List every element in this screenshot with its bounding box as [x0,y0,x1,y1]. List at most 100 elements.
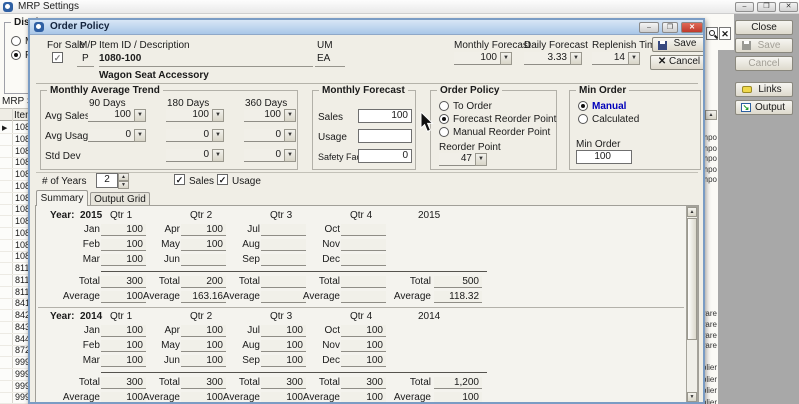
chevron-down-icon[interactable]: ▼ [475,153,487,166]
total-label: Total [220,276,260,288]
avg-usage-90-dropdown[interactable]: 0▼ [88,129,146,142]
chevron-down-icon[interactable]: ▼ [134,129,146,142]
spinner-down-icon[interactable]: ▼ [118,181,129,189]
delete-icon[interactable]: ✕ [719,27,731,40]
sales-checkbox[interactable]: ✓ [174,174,185,185]
minimize-icon[interactable]: – [735,2,754,12]
reorder-point-dropdown[interactable]: 47▼ [439,153,487,166]
sidebar-save-button[interactable]: Save [735,38,793,53]
chevron-down-icon[interactable]: ▼ [500,52,512,65]
to-order-radio[interactable] [439,101,449,111]
scroll-down-icon[interactable]: ▼ [687,392,697,402]
mp-value: P [82,53,89,64]
month-value-field[interactable] [341,239,386,251]
summary-scrollbar[interactable]: ▲ ▼ [686,206,698,403]
p-item-radio[interactable] [11,50,21,60]
window-titlebar: MRP Settings [0,0,799,14]
quarter-header: Qtr 1 [110,311,132,323]
scroll-up-icon[interactable]: ▲ [687,207,697,217]
cancel-button[interactable]: ✕ Cancel [650,55,705,70]
safety-factor-input[interactable]: 0 [358,149,412,163]
grid-text-fragment: pplier [704,375,717,384]
min-order-group: Min Order Manual Calculated Min Order 10… [569,90,701,170]
chevron-down-icon[interactable]: ▼ [134,109,146,122]
grid-text-fragment: ware [704,331,717,340]
scrollbar-thumb[interactable] [687,218,697,340]
monthly-forecast-label: Monthly Forecast [454,40,531,51]
chevron-down-icon[interactable]: ▼ [284,129,296,142]
dialog-minimize-icon[interactable]: – [639,22,659,33]
chevron-down-icon[interactable]: ▼ [284,149,296,162]
month-value-field[interactable] [341,254,386,266]
replenish-time-dropdown[interactable]: 14 ▼ [592,52,640,65]
year-average-label: Average [391,392,431,404]
restore-icon[interactable]: ❐ [757,2,776,12]
year-total-label: Total [391,377,431,389]
chevron-down-icon[interactable]: ▼ [284,109,296,122]
replenish-time-label: Replenish Time [592,40,661,51]
sales-input[interactable]: 100 [358,109,412,123]
chevron-down-icon[interactable]: ▼ [212,109,224,122]
sidebar-close-button[interactable]: Close [735,20,793,35]
tab-output-grid[interactable]: Output Grid [90,192,150,206]
average-value-field [341,291,386,303]
manual-radio[interactable] [578,101,588,111]
chevron-down-icon[interactable]: ▼ [212,149,224,162]
grid-text-fragment: Compo [704,154,717,163]
usage-input[interactable] [358,129,412,143]
chevron-down-icon[interactable]: ▼ [570,52,582,65]
month-value-field[interactable]: 100 [341,355,386,367]
sidebar-links-button[interactable]: Links [735,82,793,97]
spinner-up-icon[interactable]: ▲ [118,173,129,181]
grid-text-fragment: Compo [704,144,717,153]
dialog-maximize-icon[interactable]: ❐ [662,22,678,33]
sidebar-cancel-button[interactable]: Cancel [735,56,793,71]
total-label: Total [60,377,100,389]
totals-separator [101,271,487,272]
monthly-forecast-dropdown[interactable]: 100 ▼ [454,52,512,65]
avg-usage-180-dropdown[interactable]: 0▼ [166,129,224,142]
daily-forecast-dropdown[interactable]: 3.33 ▼ [524,52,582,65]
avg-usage-360-dropdown[interactable]: 0▼ [244,129,296,142]
scroll-up-icon[interactable]: ▲ [705,110,717,120]
month-label: Jun [140,254,180,266]
to-order-label: To Order [453,101,492,112]
search-icon[interactable] [706,27,718,40]
month-value-field[interactable]: 100 [341,325,386,337]
order-policy-dialog: Order Policy – ❐ ✕ For Sale ✓ M/P P Item… [28,18,705,404]
for-sale-checkbox[interactable]: ✓ [52,52,63,63]
num-years-input[interactable]: 2 [96,173,118,188]
avg-sales-90-dropdown[interactable]: 100▼ [88,109,146,122]
month-label: Jun [140,355,180,367]
quarter-header: Qtr 2 [190,311,212,323]
min-order-input[interactable]: 100 [576,150,632,164]
mrp-settings-window: MRP Settings – ❐ ✕ Display M Item P Item… [0,0,799,404]
avg-sales-360-dropdown[interactable]: 100▼ [244,109,296,122]
month-label: Dec [300,355,340,367]
sidebar-output-button[interactable]: ↘ Output [735,100,793,115]
item-id-underline [99,66,313,67]
save-button[interactable]: Save [652,37,705,52]
forecast-reorder-point-radio[interactable] [439,114,449,124]
chevron-down-icon[interactable]: ▼ [212,129,224,142]
std-dev-label: Std Dev [45,151,81,162]
std-dev-360-dropdown[interactable]: 0▼ [244,149,296,162]
close-icon[interactable]: ✕ [779,2,798,12]
month-label: Oct [300,325,340,337]
chevron-down-icon[interactable]: ▼ [628,52,640,65]
dialog-close-icon[interactable]: ✕ [681,22,703,33]
calculated-radio[interactable] [578,114,588,124]
total-label: Total [140,276,180,288]
std-dev-180-dropdown[interactable]: 0▼ [166,149,224,162]
dialog-titlebar[interactable]: Order Policy – ❐ ✕ [30,20,703,35]
year-total-field: 500 [434,276,482,288]
total-label: Total [140,377,180,389]
month-value-field[interactable]: 100 [341,340,386,352]
avg-sales-180-dropdown[interactable]: 100▼ [166,109,224,122]
month-value-field[interactable] [341,224,386,236]
policy-group-title: Order Policy [437,85,502,96]
manual-reorder-point-radio[interactable] [439,127,449,137]
tab-summary[interactable]: Summary [36,190,88,206]
m-item-radio[interactable] [11,36,21,46]
usage-checkbox[interactable]: ✓ [217,174,228,185]
